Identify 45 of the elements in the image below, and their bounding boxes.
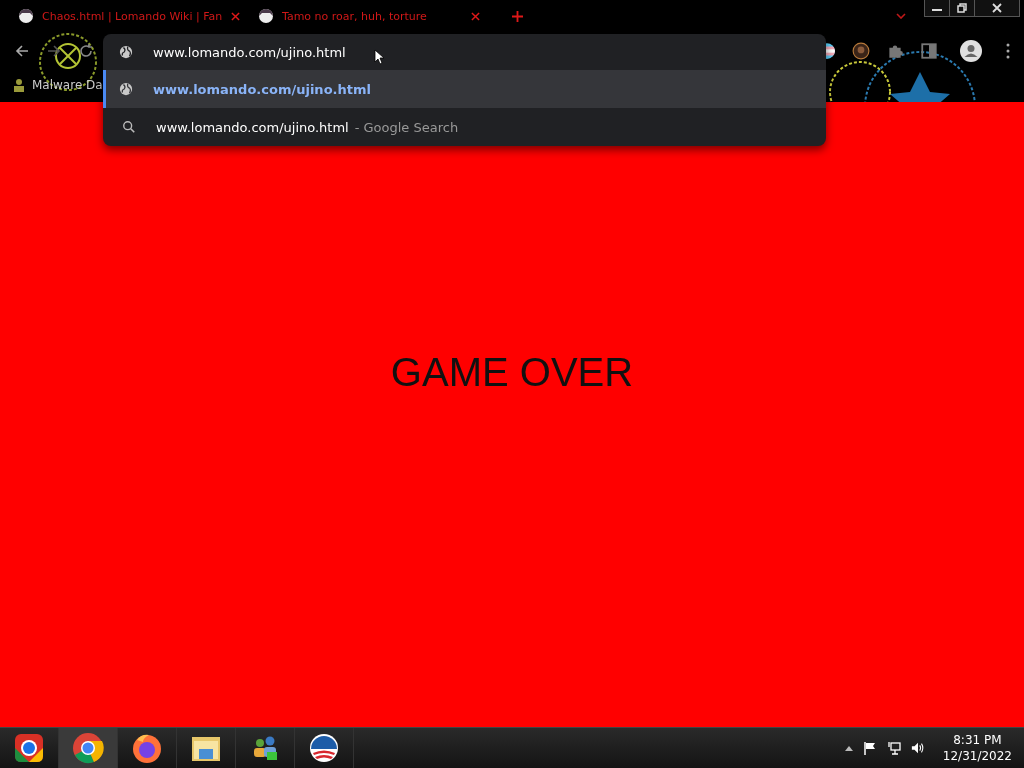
suggestion-item[interactable]: www.lomando.com/ujino.html - Google Search	[103, 108, 826, 146]
clock-date: 12/31/2022	[942, 749, 1012, 763]
restore-icon	[957, 3, 967, 13]
globe-icon	[119, 82, 133, 96]
clock-time: 8:31 PM	[953, 733, 1002, 747]
close-icon[interactable]	[471, 11, 480, 21]
profile-icon[interactable]	[960, 40, 982, 62]
plus-icon[interactable]	[512, 10, 523, 22]
fox-globe-icon	[131, 732, 163, 764]
close-icon[interactable]	[231, 11, 240, 21]
tab-title: Tamo no roar, huh, torture	[282, 9, 428, 23]
close-button[interactable]	[974, 0, 1019, 16]
menu-icon[interactable]	[1006, 43, 1010, 59]
mouse-pointer-icon	[373, 49, 384, 65]
caret-icon[interactable]	[896, 13, 906, 19]
anime-face-icon	[18, 8, 34, 24]
suggestion-item[interactable]: www.lomando.com/ujino.html	[103, 70, 826, 108]
network-icon[interactable]	[886, 741, 901, 755]
anime-face-icon	[258, 8, 274, 24]
clock[interactable]: 8:31 PM 12/31/2022	[934, 733, 1024, 763]
globe-icon	[119, 45, 133, 59]
browser-tab[interactable]: Chaos.html | Lomando Wiki | Fan	[18, 2, 240, 30]
reload-icon[interactable]	[78, 43, 94, 59]
search-icon	[122, 120, 136, 134]
browser-tab[interactable]: Tamo no roar, huh, torture	[258, 2, 480, 30]
orb-icon	[13, 732, 45, 764]
flag-icon[interactable]	[862, 741, 877, 755]
forward-icon[interactable]	[46, 43, 62, 59]
game-over-heading: GAME OVER	[390, 350, 634, 395]
side-panel-icon[interactable]	[920, 42, 938, 60]
sunrise-logo-icon	[308, 732, 340, 764]
suggestion-hint: - Google Search	[354, 119, 459, 135]
restore-button[interactable]	[949, 0, 974, 16]
avatar-icon[interactable]	[852, 42, 870, 60]
up-arrow-icon[interactable]	[844, 745, 853, 751]
speaker-icon[interactable]	[910, 741, 925, 755]
address-field[interactable]: www.lomando.com/ujino.html	[153, 44, 346, 60]
taskbar-button[interactable]	[59, 728, 118, 768]
minimize-button[interactable]	[925, 0, 949, 16]
bookmark[interactable]: Malware Da	[12, 78, 103, 92]
browser-logo-icon	[72, 732, 104, 764]
back-icon[interactable]	[14, 43, 30, 59]
tab-title: Chaos.html | Lomando Wiki | Fan	[42, 9, 223, 23]
close-icon	[992, 3, 1002, 13]
people-icon	[12, 78, 26, 92]
